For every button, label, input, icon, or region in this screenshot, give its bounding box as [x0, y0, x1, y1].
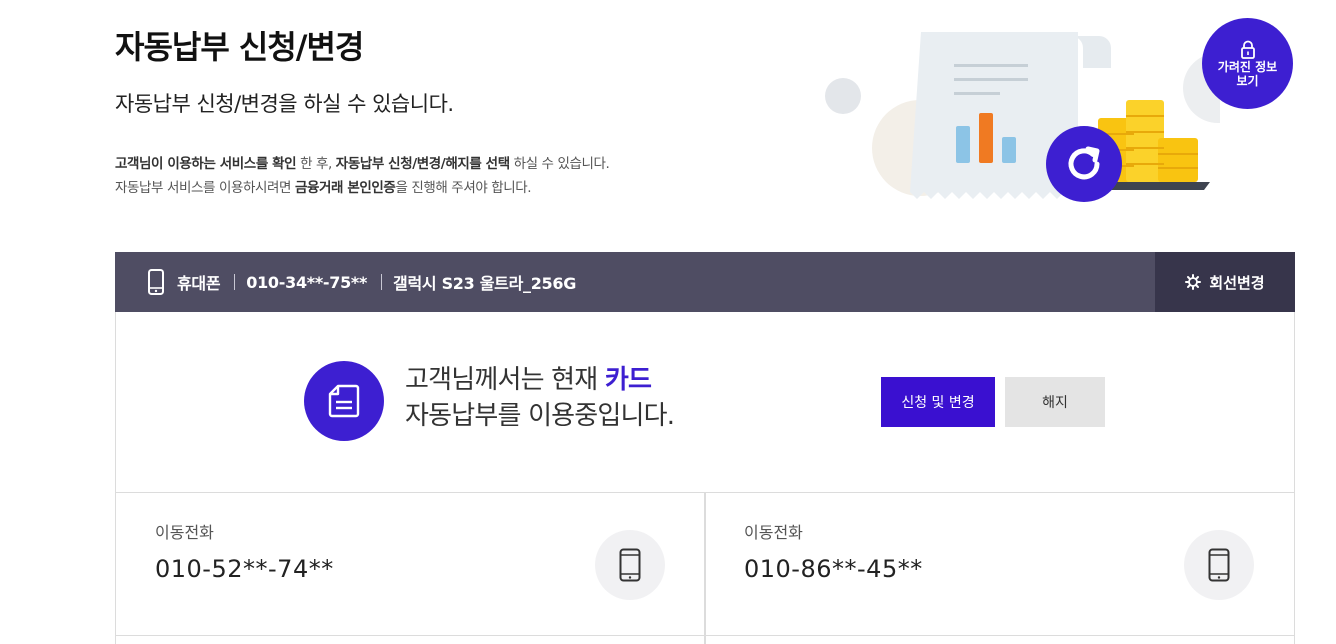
lock-icon [1240, 40, 1255, 59]
autopay-status-panel: 고객님께서는 현재 카드 자동납부를 이용중입니다. 신청 및 변경 해지 [115, 312, 1295, 493]
page-description: 고객님이 이용하는 서비스를 확인 한 후, 자동납부 신청/변경/해지를 선택… [115, 152, 610, 200]
desc-text-3: 자동납부 서비스를 이용하시려면 [115, 180, 295, 196]
status-text-prefix: 고객님께서는 현재 [405, 365, 605, 395]
description-line-2: 자동납부 서비스를 이용하시려면 금융거래 본인인증을 진행해 주셔야 합니다. [115, 176, 609, 200]
desc-text-1: 한 후, [296, 156, 336, 172]
page-title: 자동납부 신청/변경 [115, 28, 364, 66]
status-text-line2: 자동납부를 이용중입니다. [405, 401, 675, 431]
line-card[interactable]: 이동전화 010-52**-74** [115, 492, 706, 644]
desc-text-4: 을 진행해 주셔야 합니다. [395, 180, 532, 196]
line-info: 휴대폰 010-34**-75** 갤럭시 S23 울트라_256G [177, 252, 576, 312]
document-icon [304, 361, 384, 441]
smartphone-icon [595, 530, 665, 600]
autopay-illustration [825, 32, 1220, 202]
line-card-label: 이동전화 [155, 523, 214, 542]
line-card-number: 010-52**-74** [155, 555, 334, 583]
change-line-button[interactable]: 회선변경 [1155, 252, 1295, 312]
separator [381, 274, 383, 290]
line-type: 휴대폰 [177, 274, 221, 293]
smartphone-icon [1184, 530, 1254, 600]
selected-line-bar: 휴대폰 010-34**-75** 갤럭시 S23 울트라_256G 회선변경 [115, 252, 1295, 312]
desc-bold-1: 고객님이 이용하는 서비스를 확인 [115, 156, 297, 172]
change-line-label: 회선변경 [1209, 273, 1265, 292]
line-card-number: 010-86**-45** [744, 555, 923, 583]
view-hidden-info-label: 가려진 정보보기 [1217, 59, 1278, 88]
apply-change-button[interactable]: 신청 및 변경 [881, 377, 995, 427]
payment-method-highlight: 카드 [604, 365, 652, 395]
view-hidden-info-button[interactable]: 가려진 정보보기 [1202, 18, 1293, 109]
gear-icon [1185, 274, 1202, 290]
divider [705, 635, 1294, 636]
line-number: 010-34**-75** [246, 272, 368, 292]
desc-text-2: 하실 수 있습니다. [509, 156, 610, 172]
page-subtitle: 자동납부 신청/변경을 하실 수 있습니다. [115, 92, 454, 116]
desc-bold-3: 금융거래 본인인증 [294, 180, 396, 196]
line-card[interactable]: 이동전화 010-86**-45** [704, 492, 1295, 644]
mobile-phone-icon [148, 269, 164, 295]
desc-bold-2: 자동납부 신청/변경/해지를 선택 [335, 156, 510, 172]
divider [116, 635, 705, 636]
line-device: 갤럭시 S23 울트라_256G [393, 274, 577, 293]
autopay-status-message: 고객님께서는 현재 카드 자동납부를 이용중입니다. [405, 362, 675, 434]
description-line-1: 고객님이 이용하는 서비스를 확인 한 후, 자동납부 신청/변경/해지를 선택… [115, 152, 610, 176]
separator [234, 274, 236, 290]
terminate-button[interactable]: 해지 [1005, 377, 1105, 427]
line-card-label: 이동전화 [744, 523, 803, 542]
